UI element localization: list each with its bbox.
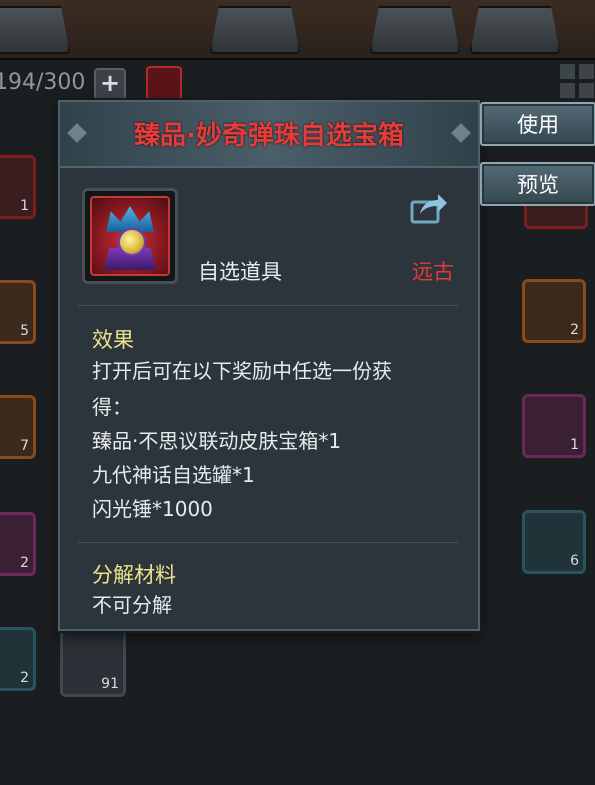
expand-capacity-button[interactable]: +: [94, 68, 126, 100]
gem-icon: [118, 228, 146, 256]
share-icon[interactable]: [410, 190, 448, 224]
tab-button[interactable]: [370, 6, 460, 54]
slot-count: 2: [20, 670, 29, 686]
slot-count: 2: [20, 555, 29, 571]
divider: [78, 542, 458, 543]
slot-count: 7: [20, 438, 29, 454]
preview-button[interactable]: 预览: [480, 162, 595, 206]
top-tab-bar: [0, 0, 595, 60]
item-title: 臻品·妙奇弹珠自选宝箱: [134, 121, 404, 151]
use-button[interactable]: 使用: [480, 102, 595, 146]
decompose-title: 分解材料: [92, 563, 176, 587]
effect-line: 闪光锤*1000: [92, 497, 213, 521]
tab-button[interactable]: [210, 6, 300, 54]
slot-count: 1: [570, 437, 579, 453]
inventory-slot[interactable]: 2: [0, 512, 36, 576]
item-icon: [82, 188, 178, 284]
decompose-text: 不可分解: [92, 593, 172, 617]
effect-line: 臻品·不思议联动皮肤宝箱*1: [92, 429, 342, 453]
item-detail-popup: 臻品·妙奇弹珠自选宝箱 自选道具 远古 效果 打开后可在以下奖励中任选一份获 得…: [58, 100, 480, 631]
inventory-slot[interactable]: 7: [0, 395, 36, 459]
slot-count: 6: [570, 553, 579, 569]
tab-button[interactable]: [0, 6, 70, 54]
slot-count: 1: [20, 198, 29, 214]
popup-header: 臻品·妙奇弹珠自选宝箱: [60, 102, 478, 168]
inventory-capacity: 194/300: [0, 70, 86, 95]
divider: [78, 305, 458, 306]
rarity-label: 远古: [412, 260, 454, 284]
item-type: 自选道具: [198, 260, 282, 284]
tab-button[interactable]: [470, 6, 560, 54]
inventory-slot[interactable]: 2: [522, 279, 586, 343]
slot-count: 91: [101, 676, 119, 692]
backpack-icon[interactable]: [146, 66, 182, 104]
effect-line: 打开后可在以下奖励中任选一份获: [92, 359, 392, 383]
effect-line: 得：: [92, 395, 132, 419]
effect-line: 九代神话自选罐*1: [92, 463, 255, 487]
inventory-slot[interactable]: 6: [522, 510, 586, 574]
effect-title: 效果: [92, 328, 134, 352]
slot-count: 5: [20, 323, 29, 339]
slot-count: 2: [570, 322, 579, 338]
grid-view-icon[interactable]: [560, 64, 595, 100]
treasure-chest-icon: [90, 196, 170, 276]
inventory-slot[interactable]: 1: [0, 155, 36, 219]
inventory-slot[interactable]: 2: [0, 627, 36, 691]
inventory-slot[interactable]: 91: [60, 627, 126, 697]
inventory-slot[interactable]: 5: [0, 280, 36, 344]
inventory-slot[interactable]: 1: [522, 394, 586, 458]
